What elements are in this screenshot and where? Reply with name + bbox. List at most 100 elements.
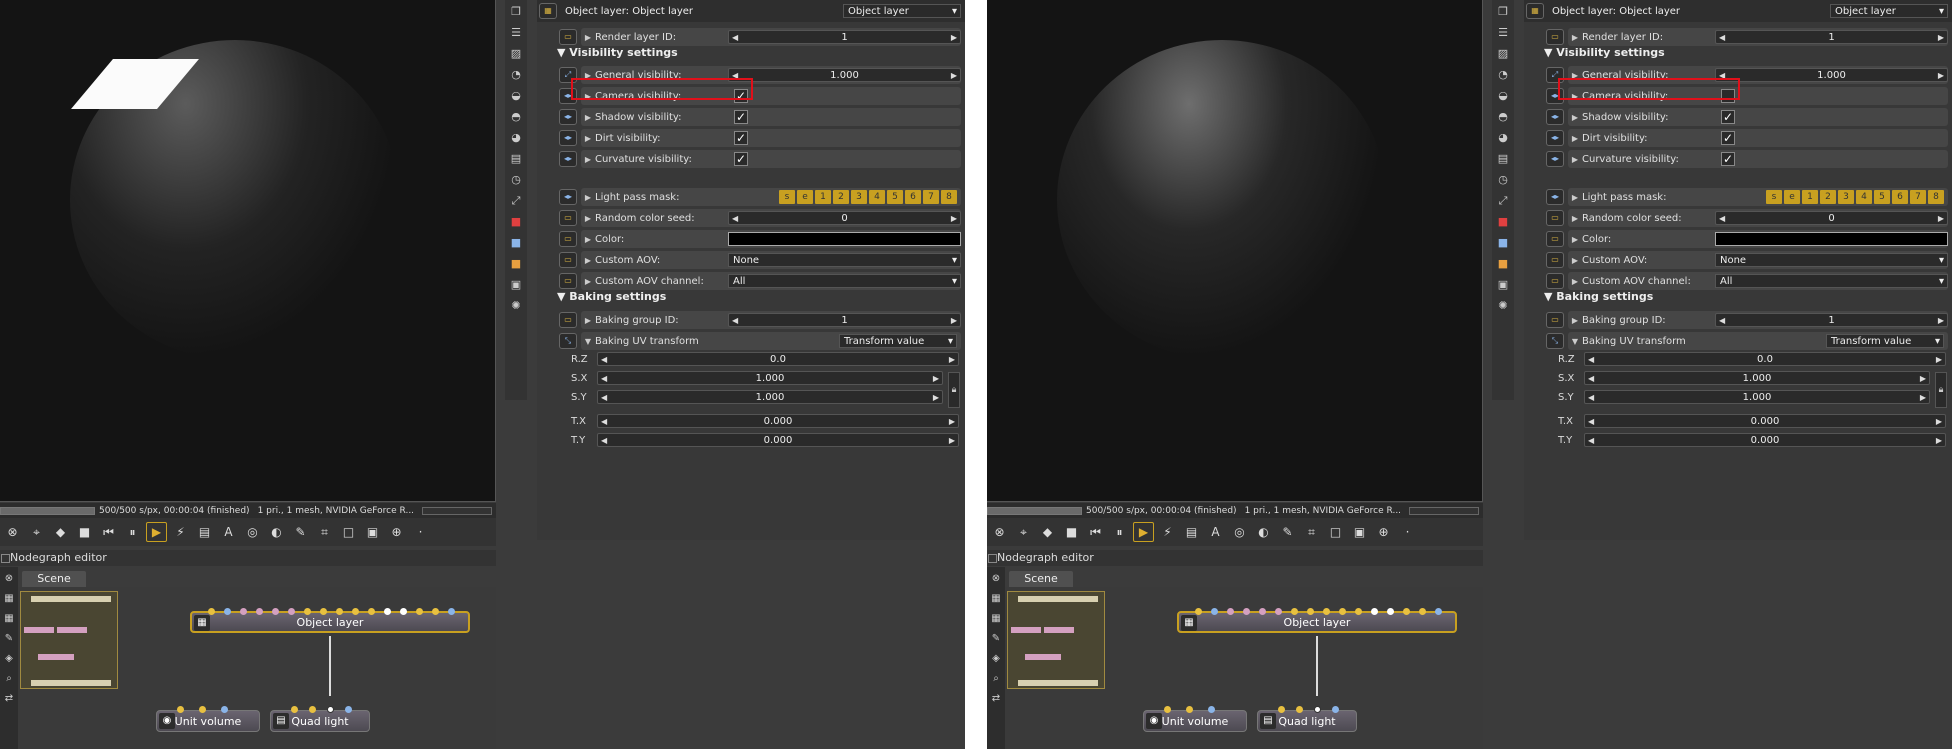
lock-icon[interactable]: 🔒︎ (948, 372, 960, 408)
light-pass-button-6[interactable]: 6 (1892, 190, 1908, 204)
increment-icon[interactable]: ▶ (951, 214, 957, 223)
light-picker-icon[interactable]: ✎ (1277, 522, 1298, 542)
transform-icon[interactable]: ⤢ (508, 194, 524, 210)
light-pass-button-5[interactable]: 5 (887, 190, 903, 204)
dirt-visibility-checkbox[interactable]: ✓ (734, 131, 748, 145)
sy-slider[interactable]: ◀ 1.000 ▶ (597, 390, 943, 404)
expand-arrow-icon[interactable]: ▶ (1568, 316, 1582, 325)
expand-arrow-icon[interactable]: ▶ (581, 214, 595, 223)
rewind-icon[interactable]: ⏮ (98, 522, 119, 542)
decrement-icon[interactable]: ◀ (601, 374, 607, 383)
edit-icon[interactable]: ✎ (989, 633, 1003, 647)
decrement-icon[interactable]: ◀ (1719, 33, 1725, 42)
light-pass-button-6[interactable]: 6 (905, 190, 921, 204)
stop-icon[interactable]: ■ (1061, 522, 1082, 542)
nodegraph-canvas[interactable]: ▦ Object layer ◉ Unit volume ▤ Quad ligh… (1005, 587, 1483, 749)
stop-icon[interactable]: ■ (74, 522, 95, 542)
picker-icon[interactable]: ◐ (1253, 522, 1274, 542)
blue-cube-icon[interactable]: ■ (1495, 236, 1511, 252)
increment-icon[interactable]: ▶ (933, 393, 939, 402)
general-visibility-slider[interactable]: ◀ 1.000 ▶ (728, 68, 961, 82)
baking-group-id-field[interactable]: ◀ 1 ▶ (728, 313, 961, 327)
reset-icon[interactable]: ⊗ (989, 522, 1010, 542)
increment-icon[interactable]: ▶ (951, 33, 957, 42)
orange-cube-icon[interactable]: ■ (508, 257, 524, 273)
expand-arrow-icon[interactable]: ▶ (1568, 155, 1582, 164)
rz-slider[interactable]: ◀ 0.0 ▶ (597, 352, 959, 366)
increment-icon[interactable]: ▶ (1938, 71, 1944, 80)
play-icon[interactable]: ▶ (1133, 522, 1154, 542)
edit-icon[interactable]: ✎ (2, 633, 16, 647)
expand-arrow-icon[interactable]: ▶ (581, 113, 595, 122)
decrement-icon[interactable]: ◀ (1719, 214, 1725, 223)
object-layer-node[interactable]: ▦ Object layer (190, 608, 470, 633)
baking-uv-transform-dropdown[interactable]: Transform value ▾ (1826, 334, 1944, 348)
node-icon[interactable]: ◈ (989, 653, 1003, 667)
inspector-node-dropdown[interactable]: Object layer ▾ (843, 4, 961, 18)
light-pass-button-8[interactable]: 8 (941, 190, 957, 204)
general-visibility-slider[interactable]: ◀ 1.000 ▶ (1715, 68, 1948, 82)
decrement-icon[interactable]: ◀ (1588, 355, 1594, 364)
layers-icon[interactable]: ❐ (508, 5, 524, 21)
decrement-icon[interactable]: ◀ (1588, 393, 1594, 402)
expand-arrow-icon[interactable]: ▶ (1568, 214, 1582, 223)
increment-icon[interactable]: ▶ (949, 436, 955, 445)
light-picker-icon[interactable]: ✎ (290, 522, 311, 542)
grid-icon[interactable]: ▦ (989, 593, 1003, 607)
tab-scene[interactable]: Scene (1009, 571, 1073, 587)
expand-arrow-icon[interactable]: ▶ (1568, 256, 1582, 265)
render-viewport[interactable] (987, 0, 1483, 502)
light-pass-button-4[interactable]: 4 (869, 190, 885, 204)
texture-icon[interactable]: ▤ (508, 152, 524, 168)
list-icon[interactable]: ☰ (1495, 26, 1511, 42)
baking-uv-transform-dropdown[interactable]: Transform value ▾ (839, 334, 957, 348)
light-pass-button-2[interactable]: 2 (1820, 190, 1836, 204)
focus-picker-icon[interactable]: ⌖ (1013, 522, 1034, 542)
light-pass-button-7[interactable]: 7 (923, 190, 939, 204)
camera-icon[interactable]: ◔ (1495, 68, 1511, 84)
expand-arrow-icon[interactable]: ▶ (581, 33, 595, 42)
custom-aov-channel-dropdown[interactable]: All ▾ (1715, 274, 1948, 288)
custom-aov-dropdown[interactable]: None ▾ (728, 253, 961, 267)
pause-icon[interactable]: ⏸ (1109, 522, 1130, 542)
focus-picker-icon[interactable]: ⌖ (26, 522, 47, 542)
decrement-icon[interactable]: ◀ (601, 355, 607, 364)
expand-arrow-icon[interactable]: ▶ (581, 277, 595, 286)
transform-icon[interactable]: ⤢ (1495, 194, 1511, 210)
zoom-icon[interactable]: ⊕ (386, 522, 407, 542)
orange-cube-icon[interactable]: ■ (1495, 257, 1511, 273)
clock-icon[interactable]: ◷ (508, 173, 524, 189)
tx-slider[interactable]: ◀ 0.000 ▶ (597, 414, 959, 428)
nodegraph-minimap[interactable] (20, 591, 118, 689)
baking-group-id-field[interactable]: ◀ 1 ▶ (1715, 313, 1948, 327)
expand-arrow-icon[interactable]: ▶ (581, 193, 595, 202)
nodegraph-canvas[interactable]: ▦ Object layer ◉ Unit volume ▤ Quad ligh… (18, 587, 496, 749)
render-layer-id-field[interactable]: ◀ 1 ▶ (1715, 30, 1948, 44)
red-cube-icon[interactable]: ■ (1495, 215, 1511, 231)
decrement-icon[interactable]: ◀ (732, 316, 738, 325)
object-layer-node[interactable]: ▦ Object layer (1177, 608, 1457, 633)
reset-icon[interactable]: ⊗ (2, 573, 16, 587)
expand-arrow-icon[interactable]: ▶ (581, 235, 595, 244)
curvature-visibility-checkbox[interactable]: ✓ (734, 152, 748, 166)
quad-light-node[interactable]: ▤ Quad light (270, 706, 370, 732)
settings-dot-icon[interactable]: · (410, 522, 431, 542)
blue-cube-icon[interactable]: ■ (508, 236, 524, 252)
decrement-icon[interactable]: ◀ (601, 417, 607, 426)
reset-icon[interactable]: ⊗ (2, 522, 23, 542)
material-icon[interactable]: ◕ (1495, 131, 1511, 147)
light-pass-button-1[interactable]: 1 (1802, 190, 1818, 204)
light-pass-button-4[interactable]: 4 (1856, 190, 1872, 204)
light-pass-button-e[interactable]: e (1784, 190, 1800, 204)
expand-arrow-icon[interactable]: ▶ (1568, 193, 1582, 202)
increment-icon[interactable]: ▶ (949, 355, 955, 364)
expand-arrow-icon[interactable]: ▶ (581, 316, 595, 325)
inspector-node-dropdown[interactable]: Object layer ▾ (1830, 4, 1948, 18)
render-viewport[interactable] (0, 0, 496, 502)
tx-slider[interactable]: ◀ 0.000 ▶ (1584, 414, 1946, 428)
region-icon[interactable]: ▣ (1349, 522, 1370, 542)
af-icon[interactable]: A (218, 522, 239, 542)
increment-icon[interactable]: ▶ (1936, 417, 1942, 426)
baking-section-header[interactable]: ▼ Baking settings (557, 290, 666, 303)
zoom-icon[interactable]: ⊕ (1373, 522, 1394, 542)
